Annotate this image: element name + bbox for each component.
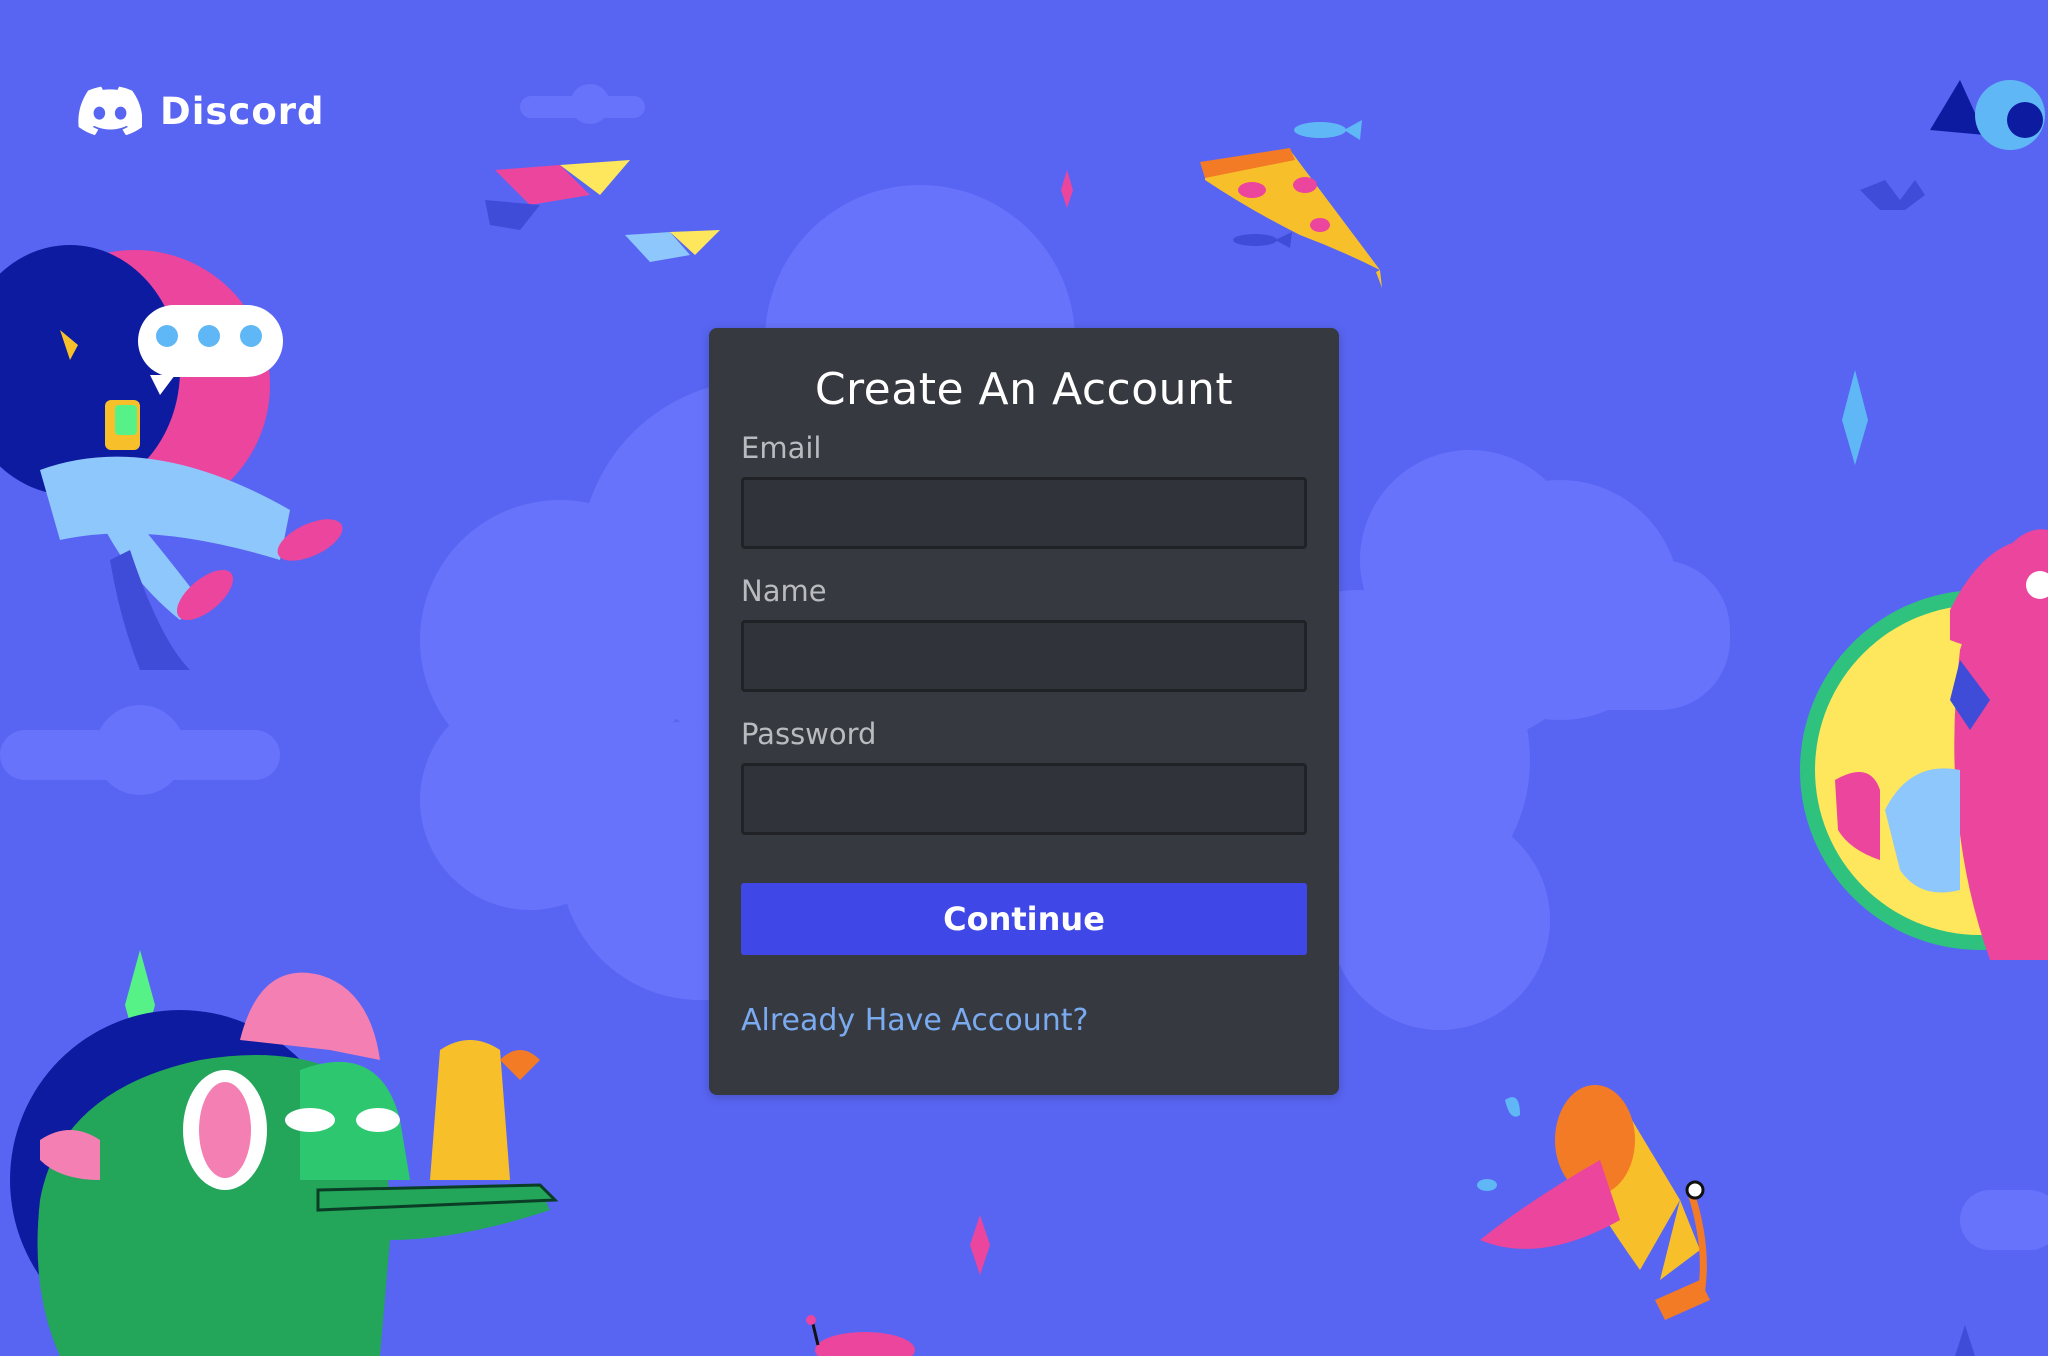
brand-logo[interactable]: Discord	[78, 86, 325, 136]
brand-name: Discord	[160, 89, 325, 133]
email-label: Email	[741, 431, 822, 465]
character-girl-illustration	[0, 245, 343, 670]
megaphone-illustration	[1477, 1085, 1710, 1320]
character-right-illustration	[1800, 529, 2048, 960]
already-have-account-link[interactable]: Already Have Account?	[741, 1003, 1088, 1038]
continue-button[interactable]: Continue	[741, 883, 1307, 955]
pizza-illustration	[1200, 148, 1382, 288]
signup-card: Create An Account Email Name Password Co…	[709, 328, 1339, 1095]
character-dino-illustration	[10, 972, 559, 1356]
name-field[interactable]	[741, 620, 1307, 692]
bat-illustration	[1860, 80, 2045, 210]
signup-page: Discord Create An Account Email Name Pas…	[0, 0, 2048, 1356]
bottom-center-creature-illustration	[806, 1315, 1975, 1356]
password-label: Password	[741, 717, 877, 751]
email-field[interactable]	[741, 477, 1307, 549]
name-label: Name	[741, 574, 827, 608]
discord-logo-icon	[78, 86, 142, 136]
password-field[interactable]	[741, 763, 1307, 835]
flying-books-illustration	[485, 160, 720, 262]
page-title: Create An Account	[814, 364, 1234, 415]
